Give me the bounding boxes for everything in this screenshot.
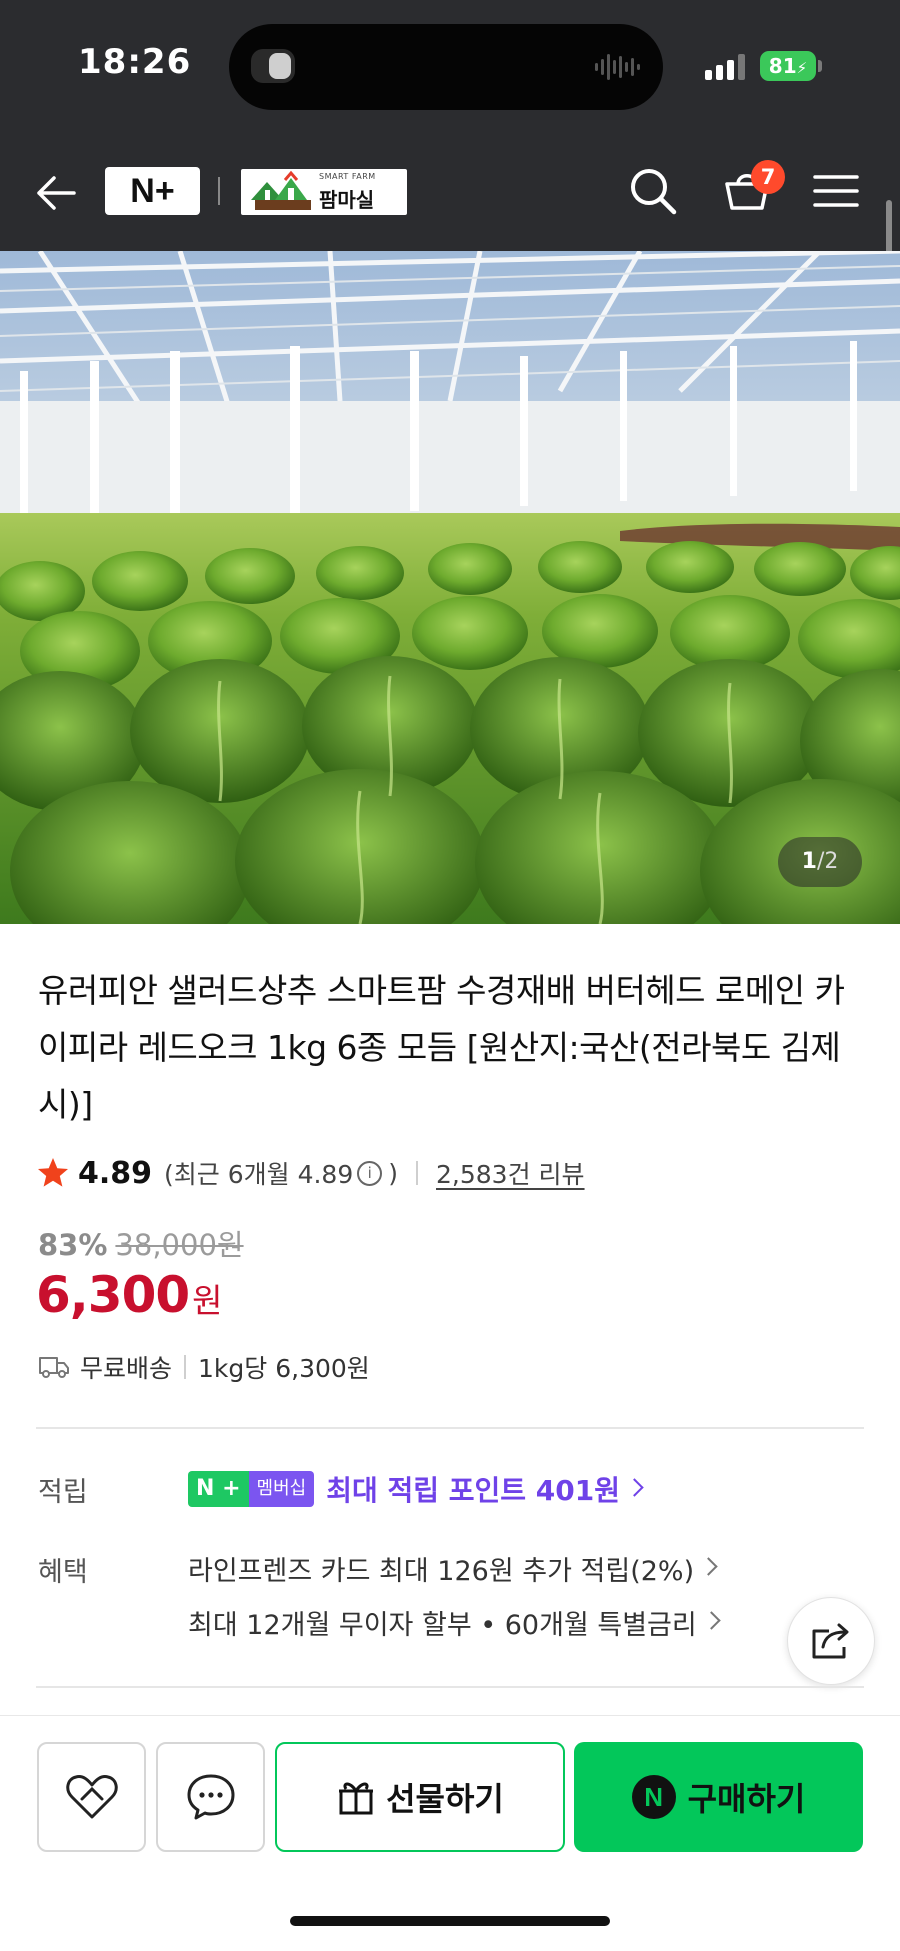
cellular-signal-icon bbox=[705, 54, 745, 80]
original-price-row: 83% 38,000원 bbox=[38, 1222, 244, 1264]
membership-points-row[interactable]: N + 멤버십 최대 적립 포인트 401원 bbox=[188, 1469, 644, 1509]
dynamic-island bbox=[229, 24, 663, 110]
menu-button[interactable] bbox=[808, 163, 864, 219]
gift-button[interactable]: 선물하기 bbox=[275, 1742, 565, 1852]
chevron-right-icon bbox=[702, 1611, 721, 1630]
chat-bubble-icon bbox=[187, 1774, 234, 1820]
rating-divider bbox=[416, 1161, 419, 1185]
image-page-indicator: 1/2 bbox=[778, 837, 862, 887]
back-arrow-icon bbox=[37, 176, 76, 210]
product-title: 유러피안 샐러드상추 스마트팜 수경재배 버터헤드 로메인 카이피라 레드오크 … bbox=[38, 971, 845, 1124]
rating-recent-close: ) bbox=[388, 1158, 399, 1188]
gift-icon bbox=[339, 1782, 374, 1815]
app-header: N+ SMART FARM 팜마실 7 bbox=[0, 135, 900, 251]
original-price: 38,000원 bbox=[115, 1228, 244, 1262]
naver-plus-logo[interactable]: N+ bbox=[105, 167, 200, 215]
review-count-link[interactable]: 2,583건 리뷰 bbox=[436, 1155, 585, 1191]
installment-text: 최대 12개월 무이자 할부 • 60개월 특별금리 bbox=[188, 1610, 697, 1641]
naver-plus-logo-text: N+ bbox=[130, 171, 175, 210]
discount-rate: 83% bbox=[38, 1228, 108, 1262]
heart-icon bbox=[65, 1775, 118, 1819]
store-logo-name: 팜마실 bbox=[319, 188, 375, 212]
battery-cap bbox=[818, 60, 822, 72]
star-icon bbox=[38, 1158, 68, 1187]
store-logo[interactable]: SMART FARM 팜마실 bbox=[241, 169, 407, 215]
image-page-total: 2 bbox=[824, 849, 839, 874]
sale-price: 6,300 bbox=[36, 1266, 190, 1324]
search-button[interactable] bbox=[622, 160, 684, 222]
share-icon bbox=[812, 1623, 849, 1659]
shipping-divider bbox=[184, 1355, 187, 1379]
battery-level: 81 bbox=[768, 54, 797, 78]
delivery-truck-icon bbox=[39, 1357, 69, 1378]
info-icon[interactable]: i bbox=[357, 1160, 383, 1186]
shipping-text: 무료배송 bbox=[80, 1354, 173, 1383]
max-points-text: 최대 적립 포인트 401원 bbox=[326, 1474, 620, 1507]
store-logo-subtitle: SMART FARM bbox=[319, 172, 376, 181]
talktalk-chat-button[interactable] bbox=[156, 1742, 265, 1852]
card-benefit-text: 라인프렌즈 카드 최대 126원 추가 적립(2%) bbox=[188, 1556, 695, 1587]
membership-badge-logo: N + bbox=[188, 1471, 249, 1507]
benefit-label: 혜택 bbox=[38, 1557, 88, 1588]
rating-row: 4.89 (최근 6개월 4.89 i ) 2,583건 리뷰 bbox=[36, 1153, 585, 1193]
chevron-right-icon bbox=[699, 1557, 718, 1576]
section-divider bbox=[36, 1427, 864, 1429]
share-button[interactable] bbox=[787, 1597, 875, 1685]
live-activity-icon bbox=[251, 49, 295, 83]
greenhouse-logo-icon bbox=[251, 170, 311, 210]
naver-pay-logo: N bbox=[631, 1775, 676, 1819]
battery-icon: 81⚡ bbox=[760, 51, 816, 81]
gift-label: 선물하기 bbox=[386, 1780, 504, 1818]
wishlist-button[interactable] bbox=[37, 1742, 146, 1852]
status-bar: 18:26 81⚡ bbox=[0, 0, 900, 135]
home-indicator[interactable] bbox=[290, 1916, 610, 1926]
rating-recent: (최근 6개월 4.89 bbox=[164, 1160, 354, 1189]
shipping-row: 무료배송 1kg당 6,300원 bbox=[38, 1348, 370, 1386]
unit-price: 1kg당 6,300원 bbox=[198, 1354, 370, 1383]
buy-label: 구매하기 bbox=[687, 1780, 806, 1818]
audio-wave-icon bbox=[595, 51, 641, 83]
cart-count-badge: 7 bbox=[751, 160, 785, 194]
search-icon bbox=[631, 169, 677, 215]
buy-button[interactable]: N 구매하기 bbox=[574, 1742, 863, 1852]
image-page-current: 1 bbox=[801, 849, 817, 874]
chevron-right-icon bbox=[625, 1477, 644, 1497]
sale-price-unit: 원 bbox=[192, 1281, 223, 1320]
sale-price-row: 6,300 원 bbox=[36, 1266, 223, 1324]
logo-divider bbox=[218, 177, 220, 205]
status-time: 18:26 bbox=[78, 42, 192, 82]
product-image-carousel[interactable] bbox=[0, 251, 900, 924]
bottom-action-bar: 선물하기 N 구매하기 bbox=[0, 1715, 900, 1951]
installment-link[interactable]: 최대 12개월 무이자 할부 • 60개월 특별금리 bbox=[188, 1603, 721, 1642]
rating-score: 4.89 bbox=[78, 1155, 153, 1191]
product-photo-greenhouse-lettuce bbox=[0, 251, 900, 924]
membership-badge-text: 멤버십 bbox=[248, 1471, 315, 1507]
card-benefit-link[interactable]: 라인프렌즈 카드 최대 126원 추가 적립(2%) bbox=[188, 1549, 718, 1588]
points-label: 적립 bbox=[38, 1477, 88, 1508]
naver-plus-membership-badge: N + 멤버십 bbox=[188, 1471, 315, 1507]
section-divider bbox=[36, 1686, 864, 1688]
hamburger-menu-icon bbox=[813, 175, 859, 207]
back-button[interactable] bbox=[28, 165, 84, 221]
